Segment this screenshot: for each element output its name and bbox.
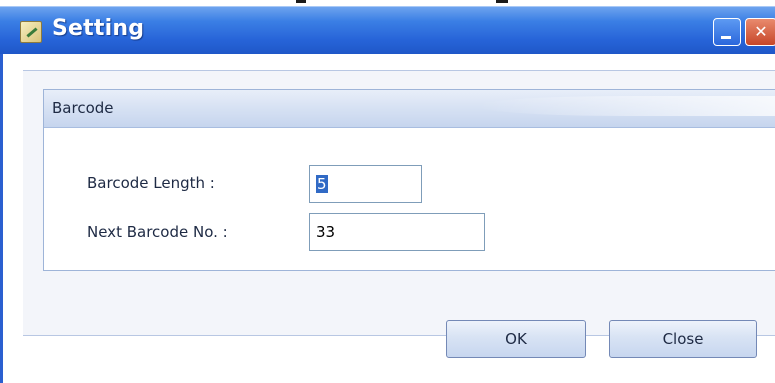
next-barcode-value: 33 [316,223,336,241]
barcode-length-input[interactable]: 5 [309,165,422,203]
barcode-length-value: 5 [316,175,328,193]
next-barcode-input[interactable]: 33 [309,213,485,251]
title-bar[interactable]: Setting ✕ [0,6,775,54]
close-button[interactable]: Close [609,320,757,358]
groupbox-header: Barcode [44,90,775,128]
window-title: Setting [52,16,145,41]
minimize-button[interactable] [713,18,741,46]
header-highlight [477,96,775,116]
top-edge-mark [296,0,306,3]
top-edge-mark [496,0,508,3]
groupbox-title: Barcode [52,99,114,117]
close-window-button[interactable]: ✕ [745,18,775,46]
app-icon [20,21,42,43]
barcode-groupbox: Barcode Barcode Length : 5 Next Barcode … [43,89,775,271]
barcode-length-label: Barcode Length : [87,174,215,192]
close-icon: ✕ [754,22,768,41]
dialog-body: Barcode Barcode Length : 5 Next Barcode … [0,54,775,383]
ok-button[interactable]: OK [446,320,586,358]
next-barcode-label: Next Barcode No. : [87,223,228,241]
settings-panel: Barcode Barcode Length : 5 Next Barcode … [23,70,775,336]
